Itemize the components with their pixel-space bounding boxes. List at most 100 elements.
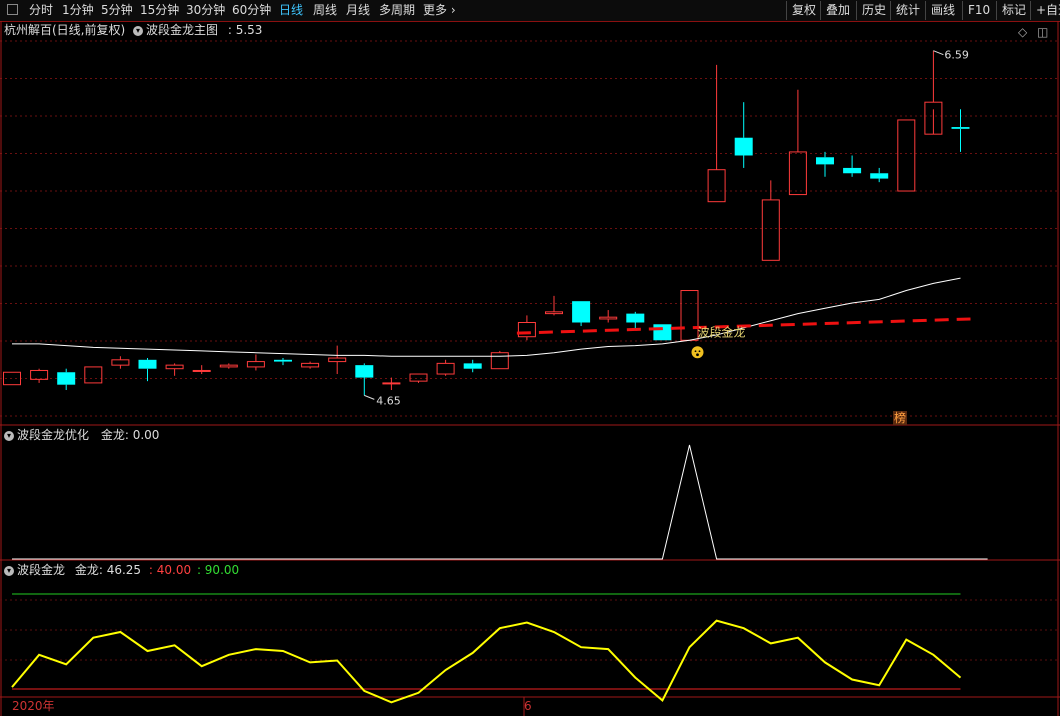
candle [490, 350, 509, 370]
candle-body [301, 362, 320, 368]
price-annotations: 6.59 4.65 波段金龙榜 [364, 49, 969, 425]
period-15min[interactable]: 15分钟 [140, 2, 179, 19]
candle-body [788, 151, 807, 196]
smiley-eye [694, 350, 697, 353]
window-square-icon[interactable] [7, 4, 18, 15]
candle-body [626, 313, 645, 323]
candle [707, 64, 726, 203]
period-30min[interactable]: 30分钟 [186, 2, 225, 19]
panel3-level-high: : 90.00 [196, 563, 240, 577]
history-button[interactable]: 历史 [856, 1, 891, 20]
period-toolbar: 分时 1分钟 5分钟 15分钟 30分钟 60分钟 日线 周线 月线 多周期 更… [0, 0, 1060, 22]
candle [761, 180, 780, 261]
restore-right-button[interactable]: 复权 [786, 1, 821, 20]
period-fenshi[interactable]: 分时 [29, 2, 53, 19]
candle-body [707, 169, 726, 203]
candle-body [924, 101, 943, 135]
candle [274, 358, 292, 366]
main-indicator-value: : 5.53 [227, 23, 263, 37]
stock-name: 杭州解百(日线,前复权) [4, 23, 126, 37]
candle [328, 345, 347, 375]
x-axis-year: 2020年 [12, 699, 55, 713]
panel2-header: ▾ 波段金龙优化 金龙: 0.00 [4, 427, 159, 443]
candle-body [951, 127, 970, 129]
candle-body [219, 364, 238, 368]
panel3-dropdown-icon[interactable]: ▾ [4, 565, 14, 576]
period-60min[interactable]: 60分钟 [232, 2, 271, 19]
candle [734, 102, 753, 168]
candle-body [246, 361, 265, 368]
oscillator-line [11, 619, 962, 704]
candle-body [490, 352, 509, 370]
candle-body [734, 137, 753, 156]
add-watchlist-button[interactable]: +自选 [1030, 1, 1060, 20]
main-panel-header: 杭州解百(日线,前复权) ▾ 波段金龙主图 : 5.53 [4, 22, 262, 38]
high-label: 6.59 [944, 49, 969, 62]
candle-body [382, 382, 401, 385]
badge-icon [893, 411, 907, 425]
candle [30, 368, 49, 383]
candle [843, 155, 862, 177]
panel2-dropdown-icon[interactable]: ▾ [4, 430, 14, 441]
period-monthly[interactable]: 月线 [346, 2, 370, 19]
indicator-dropdown-icon[interactable]: ▾ [133, 25, 144, 36]
candle-body [680, 290, 699, 341]
candle [870, 167, 889, 183]
period-weekly[interactable]: 周线 [313, 2, 337, 19]
period-more[interactable]: 更多 › [423, 2, 456, 19]
candle-body [599, 316, 618, 320]
candle [924, 50, 943, 135]
candle [301, 361, 320, 369]
candle [84, 366, 103, 384]
candle [463, 359, 482, 373]
candles [3, 50, 970, 396]
f10-button[interactable]: F10 [962, 1, 995, 20]
candle [816, 151, 834, 177]
candle-body [30, 369, 49, 380]
candle [626, 311, 645, 330]
candle-body [436, 362, 455, 375]
support-line [516, 317, 971, 335]
candle [517, 315, 536, 341]
candle-body [816, 157, 834, 165]
draw-line-button[interactable]: 画线 [925, 1, 960, 20]
panel3-title[interactable]: 波段金龙 [17, 563, 65, 577]
candle [382, 377, 401, 391]
candle [57, 368, 76, 391]
mark-button[interactable]: 标记 [996, 1, 1031, 20]
period-multi[interactable]: 多周期 [379, 2, 415, 19]
candle [138, 358, 157, 382]
candle [572, 301, 591, 327]
period-daily[interactable]: 日线 [279, 2, 303, 19]
main-indicator-name[interactable]: 波段金龙主图 [146, 23, 218, 37]
panel3-level-low: : 40.00 [148, 563, 192, 577]
candle [436, 359, 455, 376]
candle [897, 119, 916, 192]
panel-toggle-icon[interactable]: ◫ [1037, 24, 1048, 40]
period-5min[interactable]: 5分钟 [101, 2, 133, 19]
candle-body [3, 371, 21, 386]
candle [165, 363, 184, 376]
statistics-button[interactable]: 统计 [890, 1, 925, 20]
candle [111, 356, 130, 369]
chart-canvas[interactable]: 6.594.65波段金龙榜 [0, 0, 1060, 716]
candle-body [409, 373, 428, 382]
period-more-label: 更多 [423, 3, 448, 17]
smiley-mouth [696, 353, 699, 357]
overlay-button[interactable]: 叠加 [820, 1, 855, 20]
panel2-title[interactable]: 波段金龙优化 [17, 428, 89, 442]
high-pointer [933, 50, 944, 56]
candle [192, 365, 211, 375]
candle [409, 373, 428, 383]
candle-body [328, 357, 347, 363]
diamond-icon[interactable]: ◇ [1018, 24, 1027, 40]
candle-body [572, 301, 591, 323]
candle [788, 89, 807, 196]
grid-lines [0, 21, 1060, 716]
candle [599, 310, 618, 323]
low-pointer [364, 394, 375, 400]
smiley-eye [698, 350, 701, 353]
period-1min[interactable]: 1分钟 [62, 2, 94, 19]
candle-body [843, 167, 862, 174]
candle [680, 290, 699, 341]
